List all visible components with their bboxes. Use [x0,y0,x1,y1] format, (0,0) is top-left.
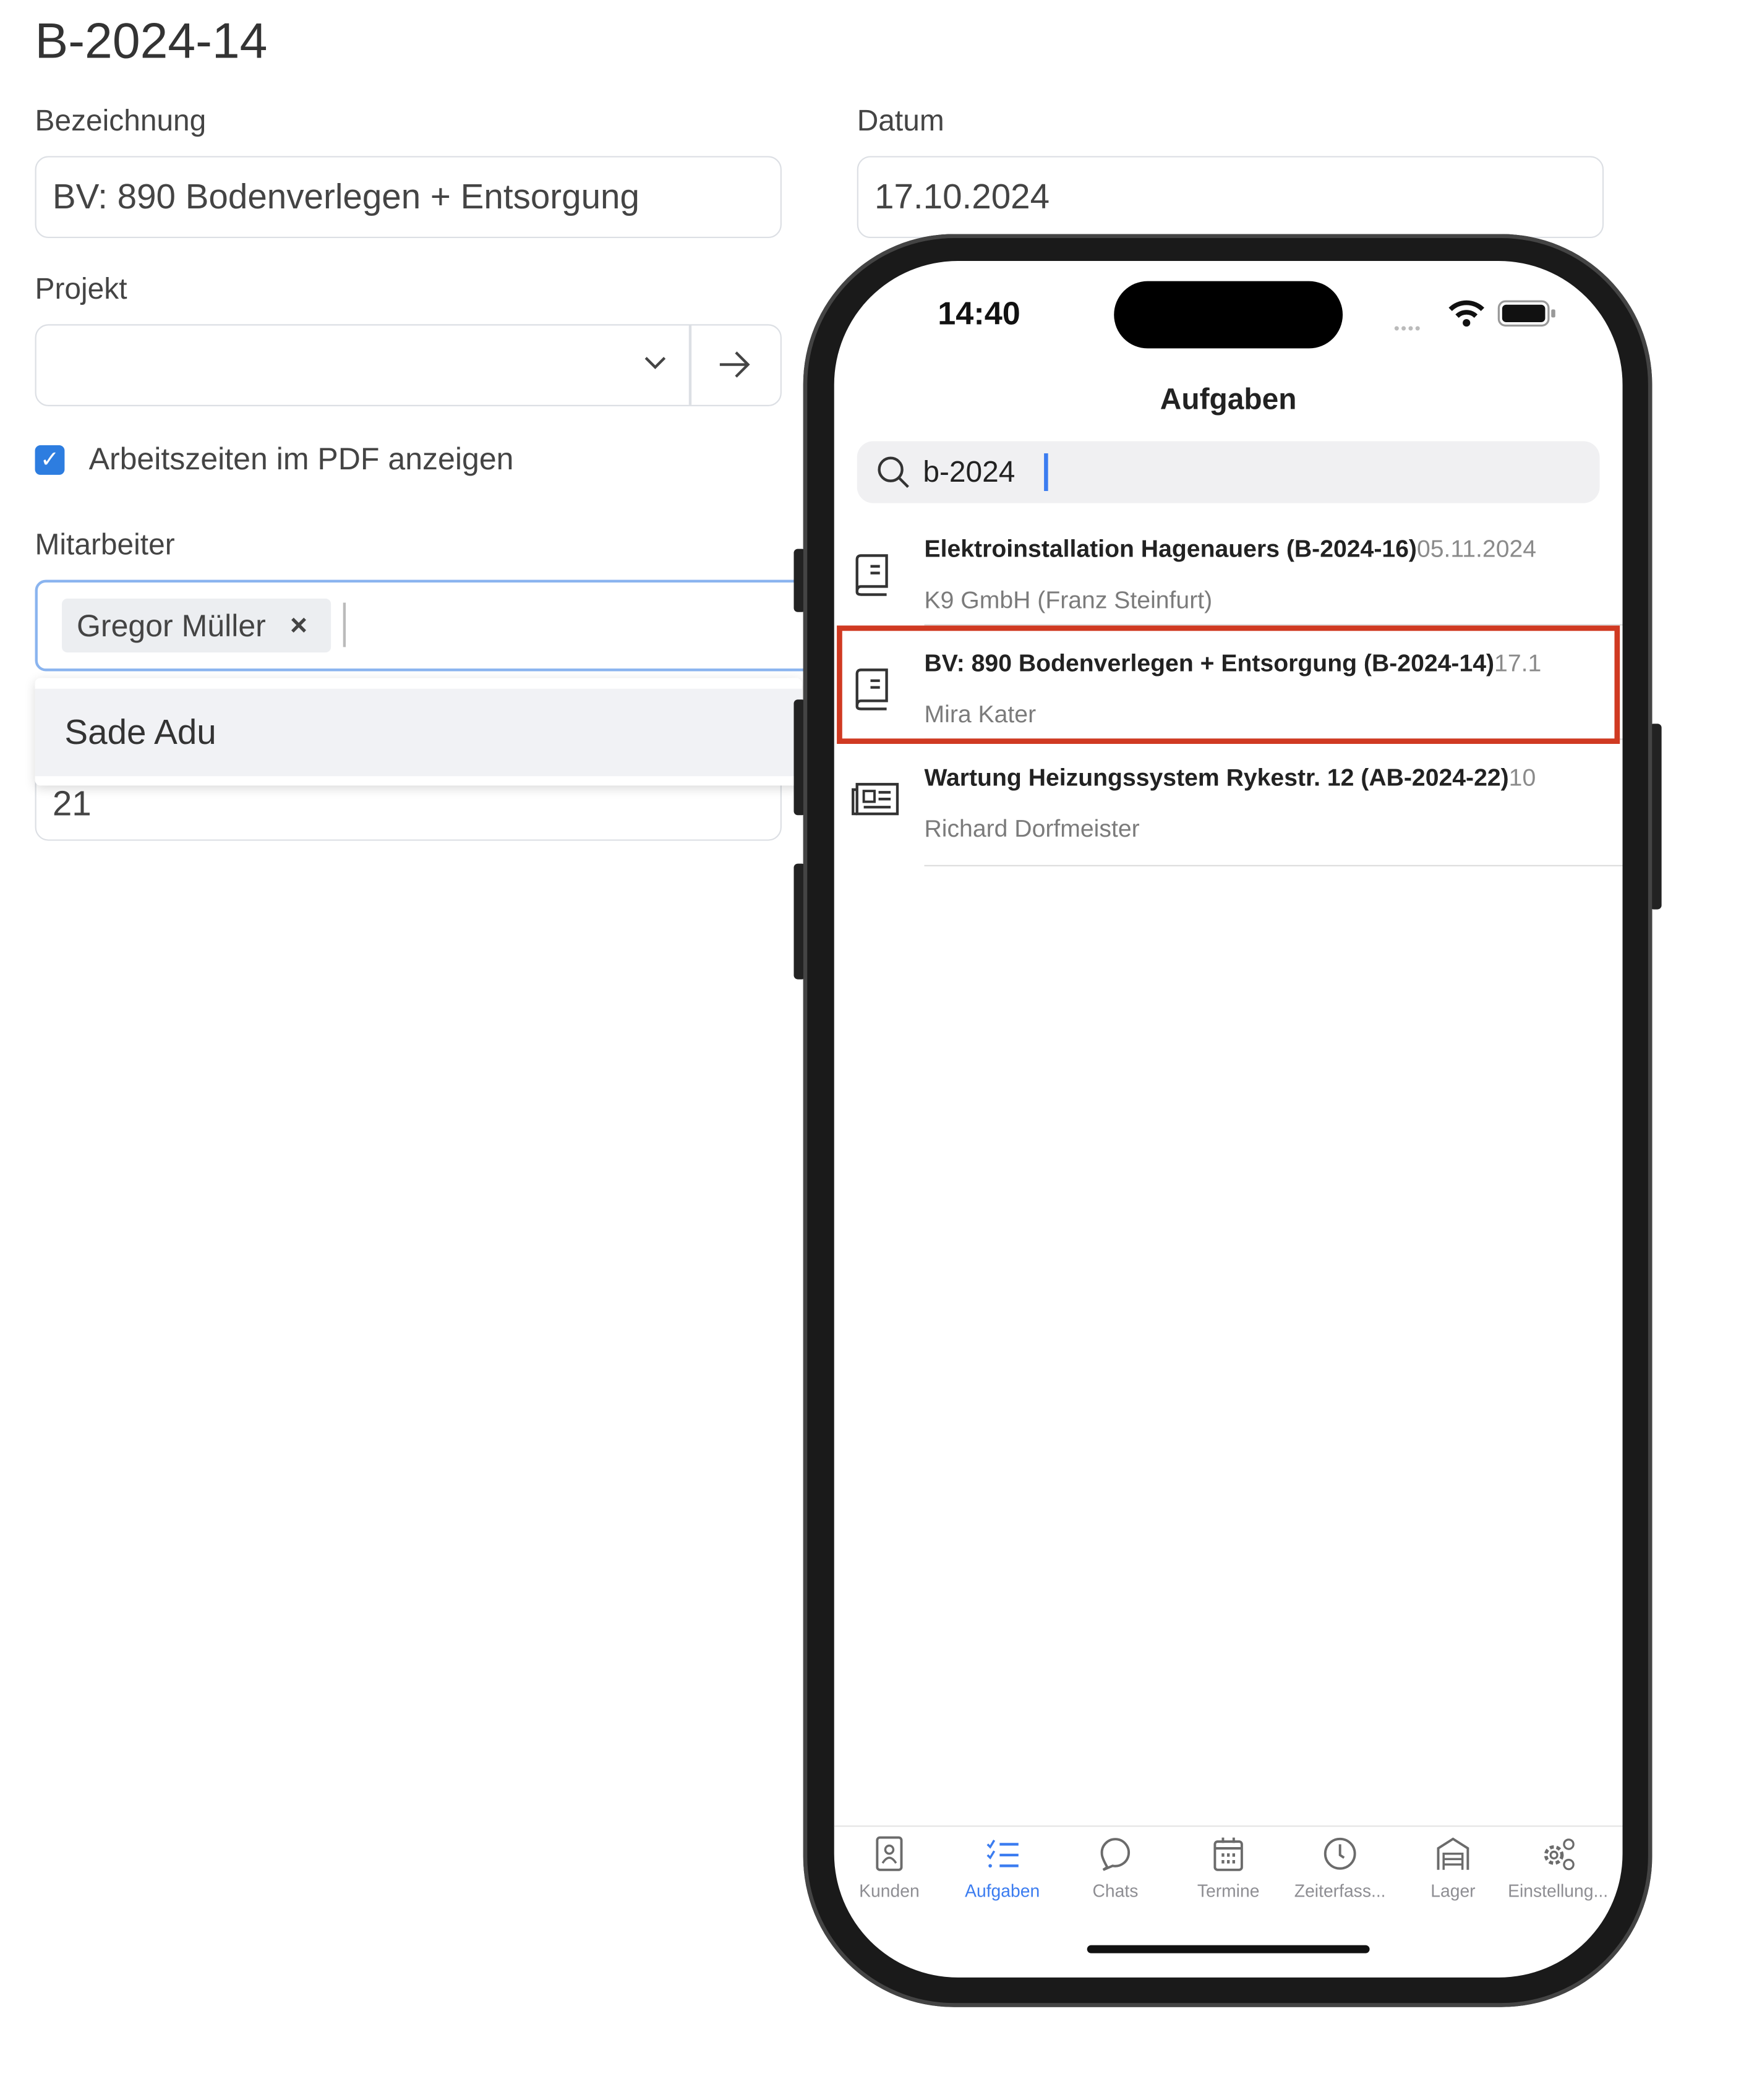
highlight-box [837,625,1620,744]
task-row[interactable]: Elektroinstallation Hagenauers (B-2024-1… [834,527,1623,635]
home-indicator [1087,1945,1370,1953]
tab-chats[interactable]: Chats [1059,1835,1172,1901]
task-date: 05.11.2024 [1416,535,1537,563]
search-input[interactable]: b-2024 [923,455,1015,490]
bezeichnung-input[interactable]: BV: 890 Bodenverlegen + Entsorgung [35,156,782,239]
tab-label: Lager [1430,1880,1476,1901]
pdf-worktime-checkbox[interactable]: ✓ [35,445,65,475]
task-title: Wartung Heizungssystem Rykestr. 12 (AB-2… [924,764,1509,792]
tab-label: Chats [1092,1880,1139,1901]
tab-label: Kunden [859,1880,920,1901]
projekt-select[interactable] [35,324,782,406]
task-title: Elektroinstallation Hagenauers (B-2024-1… [924,535,1417,563]
clock-icon [1324,1837,1356,1870]
tab-label: Termine [1197,1880,1260,1901]
tab-kunden[interactable]: Kunden [834,1835,946,1901]
hidden-field-value: 21 [52,783,92,824]
tab-label: Aufgaben [965,1880,1040,1901]
tab-zeiterfass[interactable]: Zeiterfass... [1283,1835,1396,1901]
search-bar[interactable]: b-2024 [857,441,1600,503]
select-divider [688,325,691,405]
tab-lager[interactable]: Lager [1396,1835,1510,1901]
newspaper-icon [852,780,900,825]
dynamic-island [1114,281,1343,349]
mitarbeiter-label: Mitarbeiter [35,527,175,561]
checkbox-label: Arbeitszeiten im PDF anzeigen [88,441,514,477]
bezeichnung-label: Bezeichnung [35,103,207,137]
datum-label: Datum [857,103,944,137]
contact-book-icon [876,1836,903,1871]
phone-screen: 14:40 •••• Aufgaben b-2024 Elektroinstal… [834,261,1623,1978]
task-subtitle: Richard Dorfmeister [924,815,1140,842]
chevron-down-icon[interactable] [643,355,667,371]
datum-input[interactable]: 17.10.2024 [857,156,1604,239]
book-icon [852,552,892,604]
gears-icon [1544,1838,1575,1871]
task-date: 10 [1508,764,1536,792]
signal-icon: •••• [1393,318,1422,338]
status-time: 14:40 [938,296,1020,333]
tab-termine[interactable]: Termine [1172,1835,1285,1901]
datum-value: 17.10.2024 [874,176,1050,217]
search-icon [878,456,909,489]
warehouse-icon [1437,1837,1469,1870]
text-caret [343,602,346,647]
task-subtitle: K9 GmbH (Franz Steinfurt) [924,586,1213,613]
bezeichnung-value: BV: 890 Bodenverlegen + Entsorgung [52,176,639,217]
tab-label: Zeiterfass... [1294,1880,1386,1901]
employee-chip: Gregor Müller × [62,599,331,653]
calendar-icon [1213,1837,1243,1871]
page-title: B-2024-14 [35,13,268,69]
tab-einstellung[interactable]: Einstellung... [1502,1835,1615,1901]
projekt-label: Projekt [35,271,127,305]
dropdown-option[interactable]: Sade Adu [35,688,802,777]
row-separator [924,864,1623,866]
checklist-icon [986,1840,1019,1868]
nav-title: Aufgaben [1160,382,1297,416]
battery-icon [1497,300,1555,327]
arrow-right-icon[interactable] [717,348,752,380]
chat-bubble-icon [1100,1838,1131,1871]
tab-label: Einstellung... [1508,1880,1609,1901]
chip-label: Gregor Müller [76,607,266,642]
tabbar-divider [834,1825,1623,1827]
tab-aufgaben[interactable]: Aufgaben [946,1835,1059,1901]
chip-remove-icon[interactable]: × [290,608,307,643]
search-caret [1044,453,1048,492]
task-row[interactable]: Wartung Heizungssystem Rykestr. 12 (AB-2… [834,756,1623,866]
wifi-icon [1448,300,1484,327]
employee-dropdown: Sade Adu [35,678,802,786]
